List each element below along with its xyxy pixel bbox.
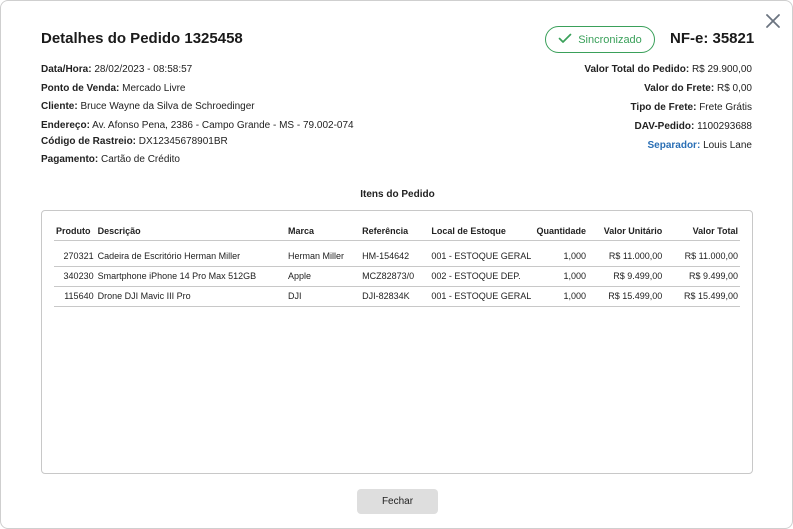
col-header-reference[interactable]: Referência bbox=[360, 223, 430, 241]
col-header-product[interactable]: Produto bbox=[54, 223, 96, 241]
sync-status-badge: Sincronizado bbox=[545, 26, 655, 53]
items-section-title: Itens do Pedido bbox=[360, 189, 435, 200]
info-address: Endereço: Av. Afonso Pena, 2386 - Campo … bbox=[41, 119, 354, 131]
col-header-unit-value[interactable]: Valor Unitário bbox=[588, 223, 665, 241]
order-info-right: Valor Total do Pedido: R$ 29.900,00 Valo… bbox=[584, 63, 752, 158]
col-header-brand[interactable]: Marca bbox=[285, 223, 361, 241]
col-header-quantity[interactable]: Quantidade bbox=[533, 223, 589, 241]
order-details-modal: Detalhes do Pedido 1325458 Sincronizado … bbox=[0, 0, 793, 529]
info-shipping-value: Valor do Frete: R$ 0,00 bbox=[644, 83, 752, 94]
items-table: Produto Descrição Marca Referência Local… bbox=[54, 223, 740, 307]
close-icon[interactable] bbox=[764, 12, 782, 30]
table-row[interactable]: 270321 Cadeira de Escritório Herman Mill… bbox=[54, 240, 740, 267]
info-picker: Separador: Louis Lane bbox=[647, 140, 752, 151]
nfe-number: NF-e: 35821 bbox=[670, 30, 755, 47]
info-date-time: Data/Hora: 28/02/2023 - 08:58:57 bbox=[41, 64, 193, 75]
info-shipping-type: Tipo de Frete: Frete Grátis bbox=[630, 102, 752, 113]
order-info-left: Data/Hora: 28/02/2023 - 08:58:57 Ponto d… bbox=[41, 63, 354, 172]
col-header-description[interactable]: Descrição bbox=[95, 223, 286, 241]
table-row[interactable]: 340230 Smartphone iPhone 14 Pro Max 512G… bbox=[54, 266, 740, 287]
info-tracking-code: Código de Rastreio: DX12345678901BR bbox=[41, 135, 228, 147]
sync-status-label: Sincronizado bbox=[578, 33, 642, 46]
info-sales-channel: Ponto de Venda: Mercado Livre bbox=[41, 82, 186, 94]
col-header-total-value[interactable]: Valor Total bbox=[664, 223, 740, 241]
items-table-container: Produto Descrição Marca Referência Local… bbox=[41, 210, 753, 474]
info-customer: Cliente: Bruce Wayne da Silva de Schroed… bbox=[41, 101, 255, 113]
info-order-total: Valor Total do Pedido: R$ 29.900,00 bbox=[584, 64, 752, 75]
info-payment: Pagamento: Cartão de Crédito bbox=[41, 154, 180, 166]
picker-link[interactable]: Separador: bbox=[647, 140, 700, 151]
info-dav-order: DAV-Pedido: 1100293688 bbox=[634, 121, 752, 132]
table-header-row: Produto Descrição Marca Referência Local… bbox=[54, 223, 740, 241]
check-icon bbox=[558, 33, 572, 47]
close-button[interactable]: Fechar bbox=[357, 489, 438, 514]
table-row[interactable]: 115640 Drone DJI Mavic III Pro DJI DJI-8… bbox=[54, 286, 740, 307]
col-header-stock-location[interactable]: Local de Estoque bbox=[429, 223, 534, 241]
modal-title: Detalhes do Pedido 1325458 bbox=[41, 30, 243, 47]
